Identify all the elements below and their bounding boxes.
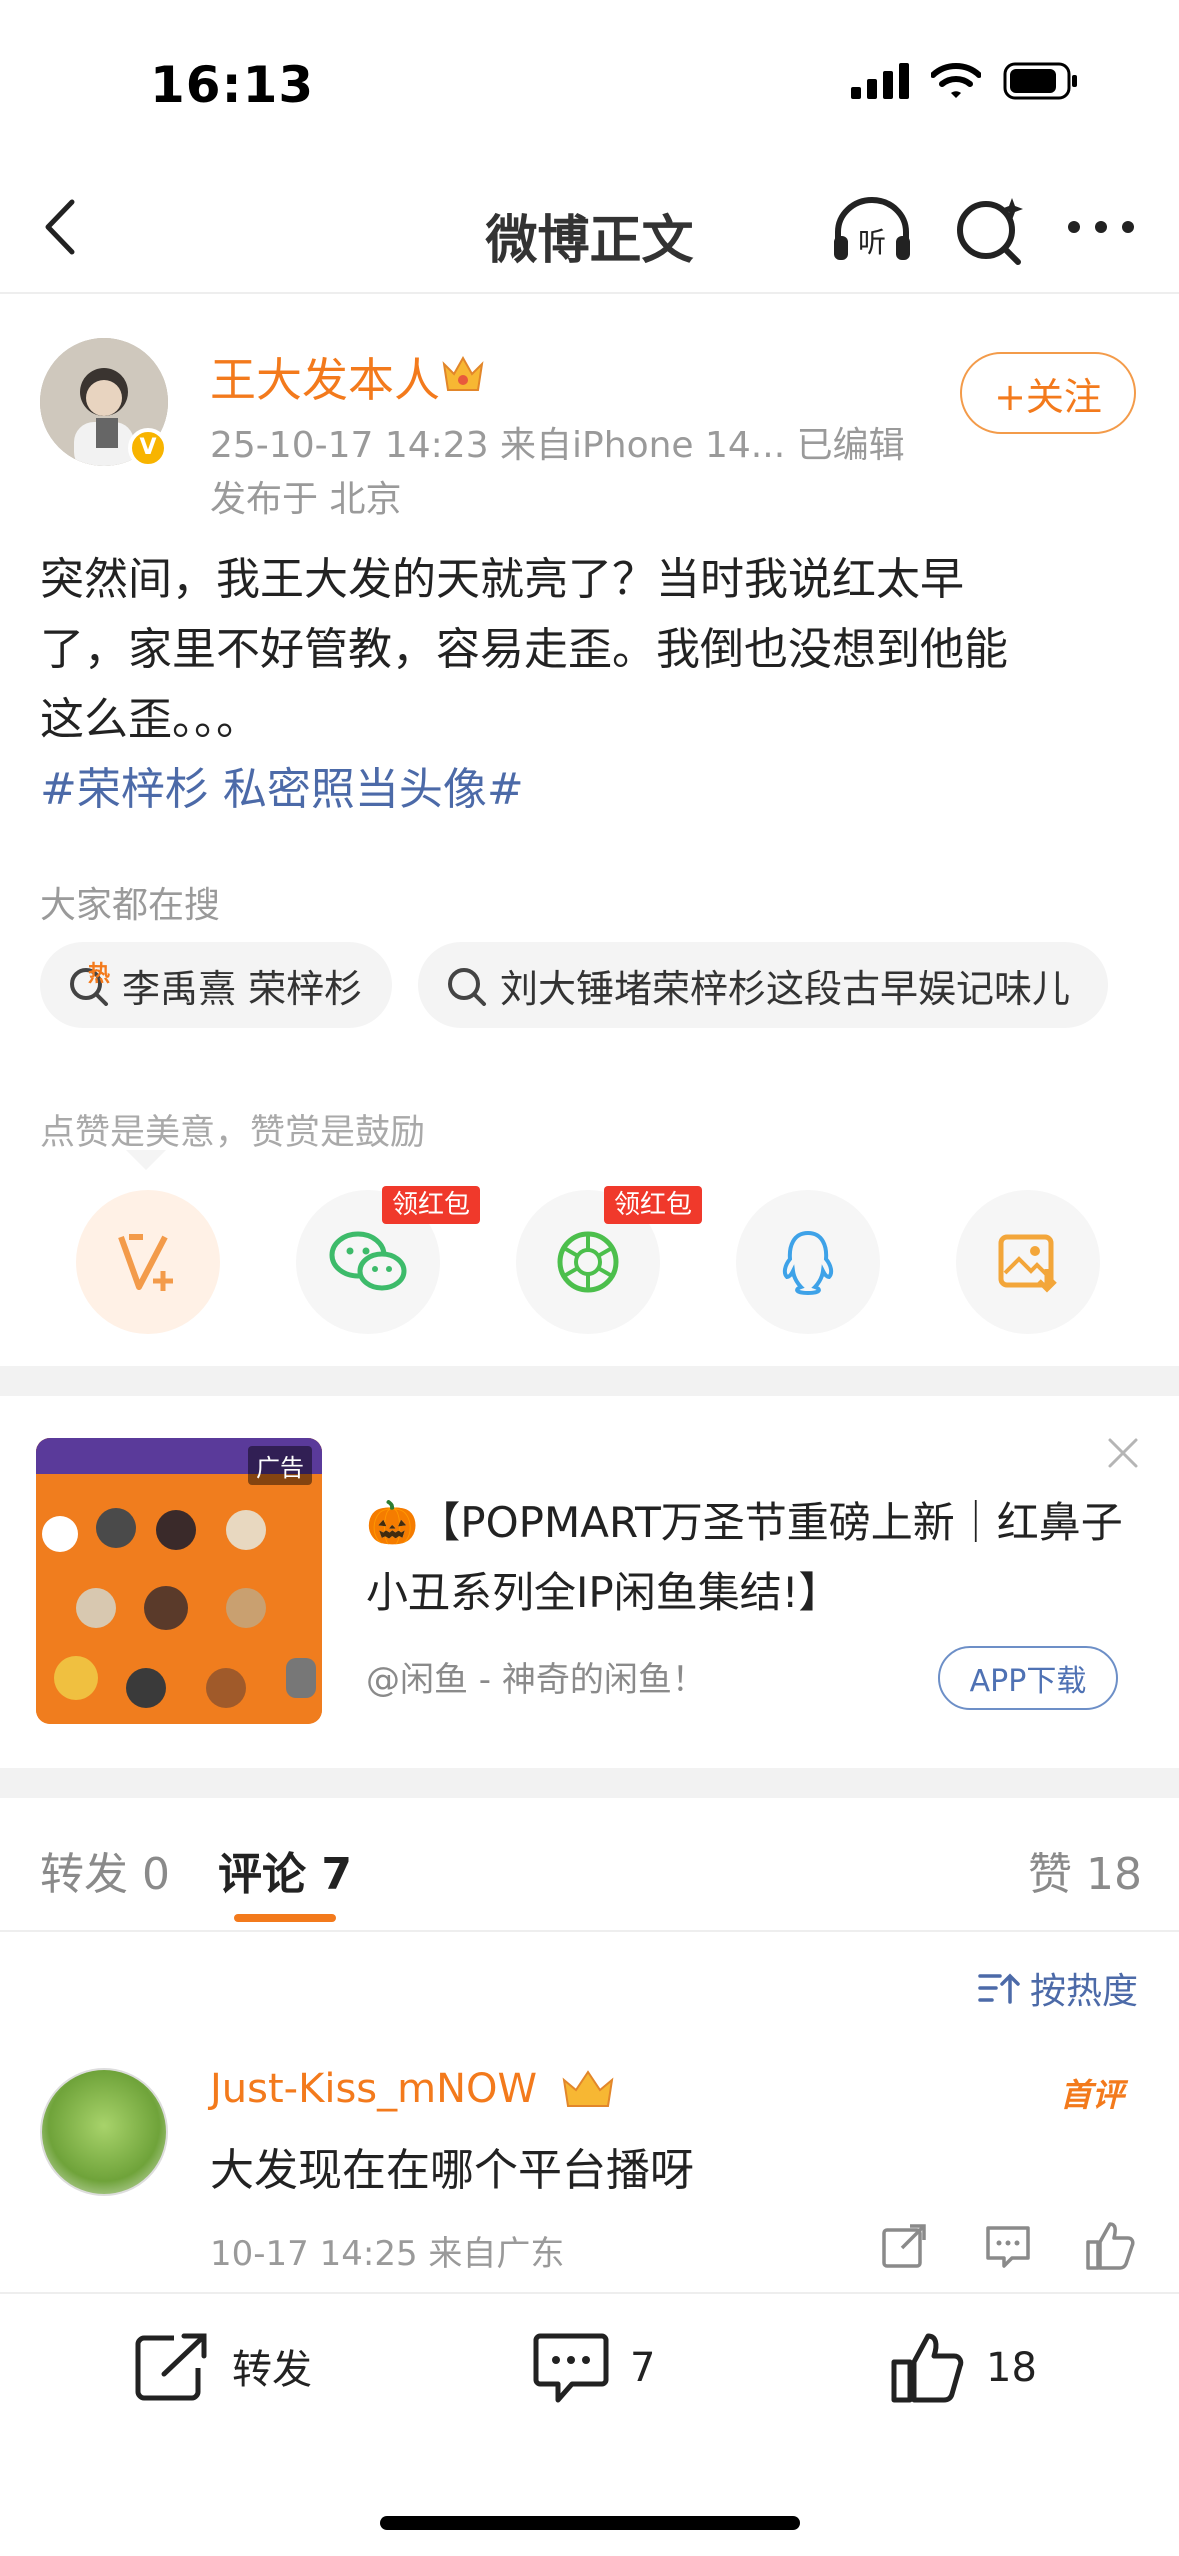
listen-label: 听: [858, 226, 886, 259]
follow-button[interactable]: +关注: [960, 352, 1136, 434]
more-icon[interactable]: [1066, 212, 1136, 242]
search-icon[interactable]: [952, 192, 1028, 268]
wifi-icon: [931, 63, 981, 98]
repost-button[interactable]: 转发: [134, 2330, 312, 2402]
hashtag-link[interactable]: #荣梓杉 私密照当头像#: [40, 755, 1150, 825]
app-download-button[interactable]: APP下载: [938, 1646, 1118, 1710]
comment-button[interactable]: 7: [532, 2330, 655, 2406]
comment-like-icon[interactable]: [1082, 2218, 1138, 2274]
repost-label: 转发: [232, 2347, 312, 2393]
sort-toggle[interactable]: 按热度: [978, 1962, 1138, 2014]
share-qq-button[interactable]: [736, 1190, 880, 1334]
search-chip[interactable]: 热 李禹熹 荣梓杉: [40, 942, 392, 1028]
reward-button[interactable]: [76, 1190, 220, 1334]
post-body: 突然间，我王大发的天就亮了？当时我说红太早 了，家里不好管教，容易走歪。我倒也没…: [40, 545, 1150, 825]
redpack-badge: 领红包: [382, 1186, 481, 1224]
comment-count: 7: [630, 2345, 656, 2391]
v-plus-icon: [118, 1234, 173, 1291]
commenter-name[interactable]: Just-Kiss_mNOW: [210, 2066, 537, 2112]
search-icon: [448, 968, 486, 1006]
nav-divider: [0, 292, 1179, 294]
close-icon[interactable]: [1104, 1434, 1142, 1472]
crown-icon: [442, 355, 484, 391]
status-icons: [851, 62, 1079, 100]
sort-icon: [978, 1973, 1020, 2004]
like-icon: [891, 2333, 964, 2403]
wechat-icon: [329, 1231, 407, 1291]
comment-text: 大发现在在哪个平台播呀: [210, 2145, 694, 2196]
post-text-line: 这么歪。。。: [40, 694, 260, 745]
headphones-icon: 听: [834, 197, 910, 260]
active-tab-indicator: [234, 1914, 336, 1922]
commenter-avatar[interactable]: [40, 2068, 168, 2196]
ad-title[interactable]: 🎃【POPMART万圣节重磅上新｜红鼻子小丑系列全IP闲鱼集结!】: [366, 1488, 1126, 1628]
comment-icon: [533, 2333, 609, 2403]
signal-icon: [851, 63, 909, 99]
comment-reply-icon[interactable]: [980, 2218, 1036, 2274]
reward-label: 点赞是美意，赞赏是鼓励: [40, 1113, 426, 1153]
redpack-badge: 领红包: [604, 1186, 703, 1224]
first-comment-badge: 首评: [1060, 2076, 1125, 2114]
trending-search-label: 大家都在搜: [40, 885, 221, 926]
sort-label: 按热度: [1030, 1971, 1139, 2012]
search-chip[interactable]: 刘大锤堵荣梓杉这段古早娱记味儿: [418, 942, 1108, 1028]
post-meta: 25-10-17 14:23 来自iPhone 14... 已编辑: [210, 425, 905, 466]
qq-icon: [782, 1230, 834, 1296]
section-gap: [0, 1768, 1179, 1798]
tab-likes[interactable]: 赞 18: [1028, 1838, 1142, 1902]
battery-icon: [1003, 62, 1077, 100]
post-location: 发布于 北京: [210, 479, 402, 520]
moments-icon: [557, 1231, 619, 1293]
save-image-button[interactable]: [956, 1190, 1100, 1334]
ad-source: @闲鱼 - 神奇的闲鱼！: [366, 1660, 706, 1700]
hot-search-icon: 热: [68, 962, 110, 1006]
pointer-arrow: [126, 1150, 166, 1170]
listen-button[interactable]: 听: [830, 194, 914, 264]
status-time: 16:13: [150, 56, 315, 114]
tabs-divider: [0, 1930, 1179, 1932]
crown-icon: [562, 2070, 614, 2107]
save-image-icon: [998, 1234, 1057, 1293]
like-count: 18: [986, 2345, 1037, 2391]
ad-tag: 广告: [248, 1446, 312, 1485]
home-indicator: [380, 2516, 800, 2530]
tab-comments[interactable]: 评论 7: [218, 1838, 352, 1902]
verified-badge: V: [128, 428, 168, 468]
repost-icon: [135, 2333, 207, 2401]
section-gap: [0, 1366, 1179, 1396]
like-button[interactable]: 18: [890, 2330, 1037, 2406]
hot-badge: 热: [88, 962, 111, 987]
search-chip-text: 李禹熹 荣梓杉: [122, 966, 363, 1011]
comment-meta: 10-17 14:25 来自广东: [210, 2234, 565, 2274]
tab-reposts[interactable]: 转发 0: [40, 1838, 170, 1902]
author-name[interactable]: 王大发本人: [210, 344, 440, 410]
post-text-line: 突然间，我王大发的天就亮了？当时我说红太早: [40, 554, 964, 605]
search-chip-text: 刘大锤堵荣梓杉这段古早娱记味儿: [500, 966, 1071, 1011]
comment-share-icon[interactable]: [876, 2218, 932, 2274]
post-text-line: 了，家里不好管教，容易走歪。我倒也没想到他能: [40, 624, 1008, 675]
nav-bar: 微博正文 听: [0, 170, 1179, 290]
ad-image[interactable]: 广告: [36, 1438, 322, 1724]
